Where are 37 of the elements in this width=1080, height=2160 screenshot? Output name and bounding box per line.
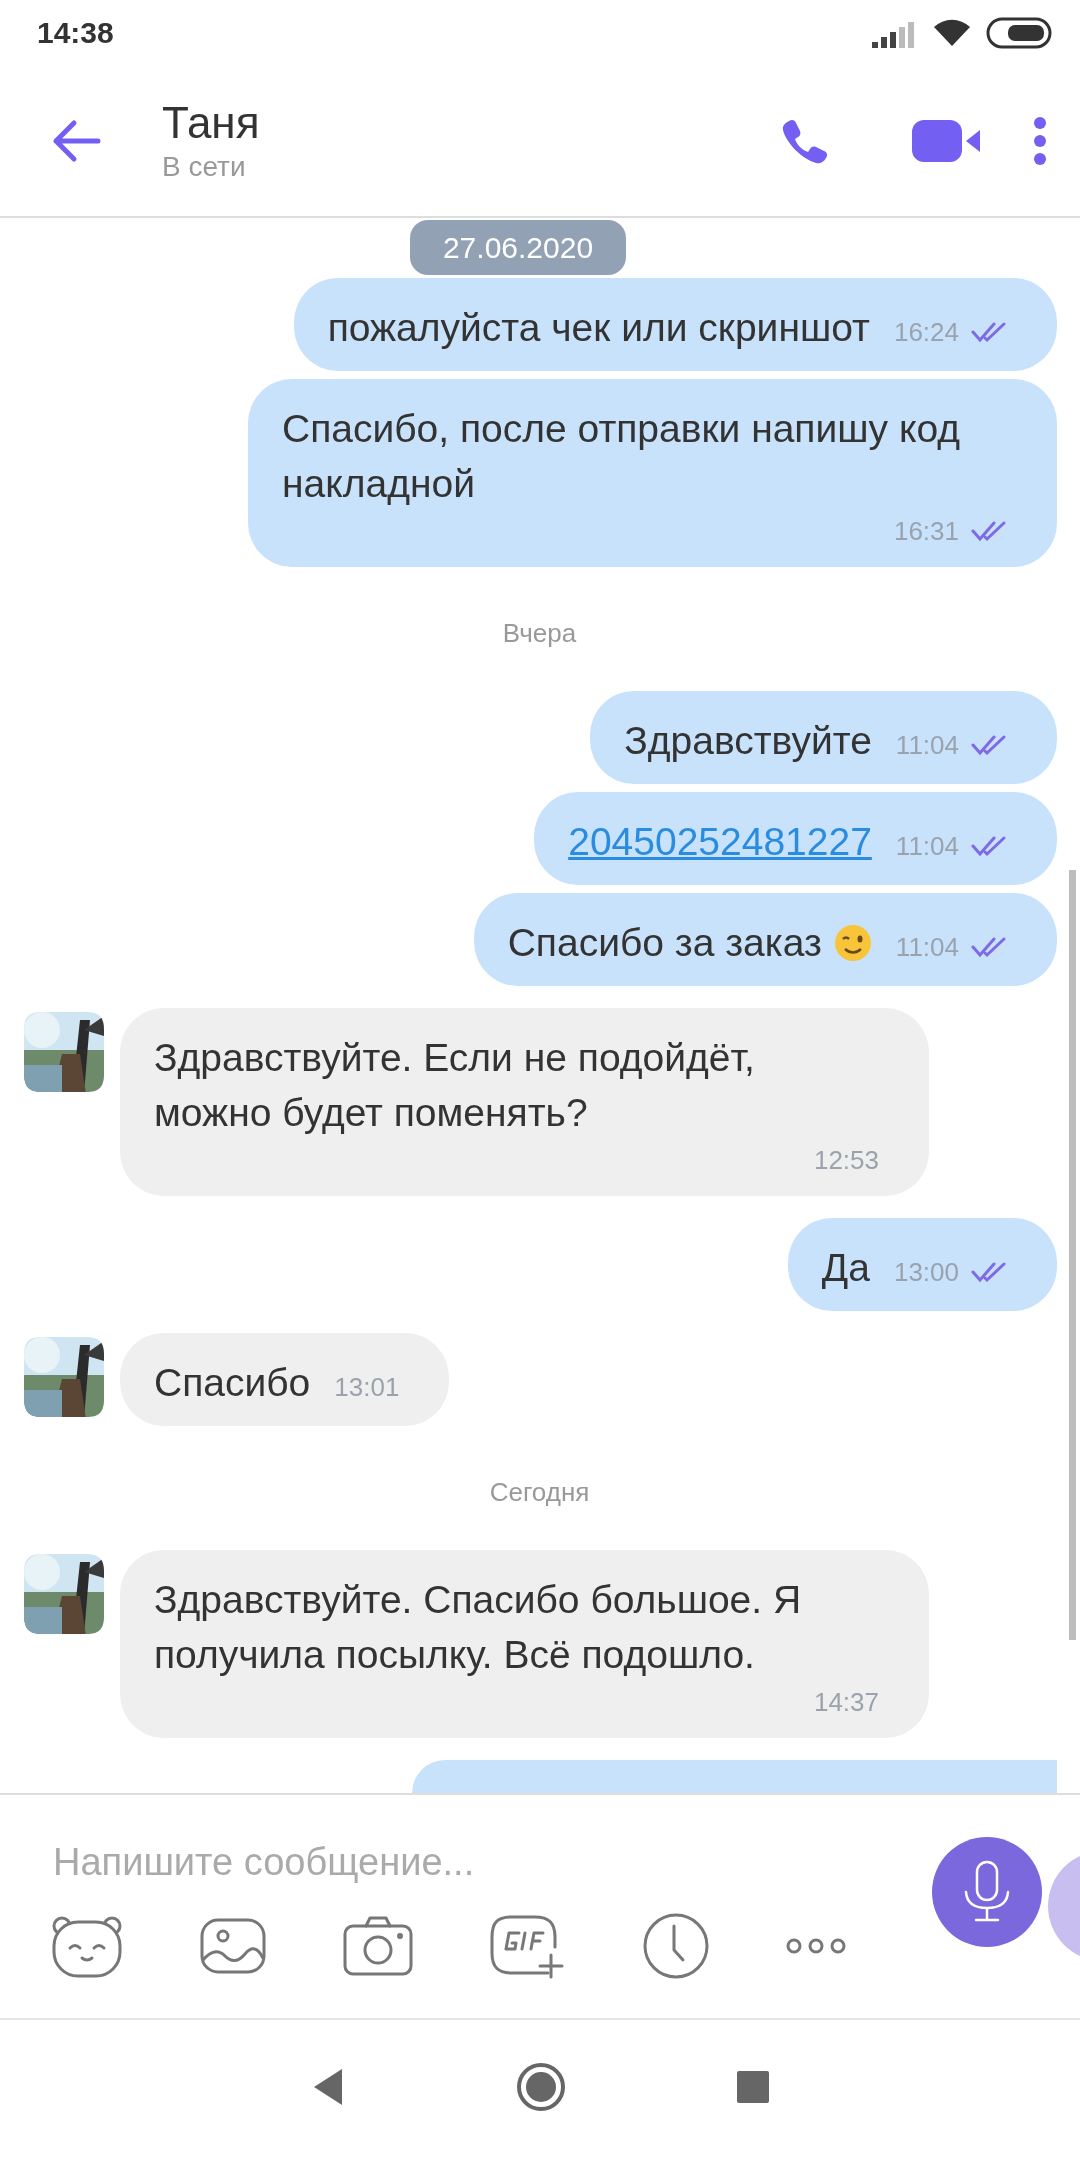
status-time: 14:38	[37, 15, 114, 50]
battery-icon	[986, 16, 1052, 49]
message-text: Да	[821, 1245, 870, 1291]
phone-button[interactable]	[781, 117, 827, 164]
message-time: 11:04	[895, 729, 959, 762]
clock-icon[interactable]	[642, 1912, 710, 1980]
message-time: 13:01	[334, 1371, 400, 1404]
scrollbar[interactable]	[1069, 870, 1076, 1640]
message-field[interactable]: Напишите сообщение...	[40, 1833, 640, 1892]
recents-nav-icon[interactable]	[736, 2070, 770, 2104]
contact-status: В сети	[162, 149, 247, 184]
message-time: 13:00	[893, 1256, 959, 1289]
date-separator: Вчера	[502, 616, 577, 650]
message-time: 12:53	[813, 1144, 879, 1177]
home-nav-icon[interactable]	[516, 2062, 566, 2112]
contact-name: Таня	[162, 96, 261, 149]
message-text: Здравствуйте	[624, 718, 872, 764]
camera-icon[interactable]	[342, 1914, 414, 1978]
message-time: 16:24	[893, 316, 959, 349]
message-text: Спасибо	[154, 1360, 311, 1406]
message-text: Спасибо за заказ	[507, 920, 822, 966]
message-time: 16:31	[893, 515, 959, 548]
message-time: 11:04	[895, 931, 959, 964]
date-separator: Сегодня	[489, 1475, 590, 1509]
message-text: Здравствуйте. Если не подойдёт, можно будет поменять?	[154, 1035, 756, 1136]
message-text: Спасибо, после отправки напишу код накладной	[282, 406, 961, 507]
video-call-button[interactable]	[912, 117, 982, 164]
wifi-icon	[932, 17, 972, 48]
message-time: 14:37	[813, 1686, 879, 1719]
message-time: 11:04	[895, 830, 959, 863]
message-text: пожалуйста чек или скриншот	[327, 305, 870, 351]
sticker-bear-icon[interactable]	[50, 1914, 124, 1978]
microphone-icon	[962, 1859, 1012, 1924]
message-link[interactable]: 20450252481227	[568, 814, 872, 869]
message-text: Здравствуйте. Спасибо большое. Я получила посылку. Всё подошло.	[154, 1577, 803, 1678]
more-icon[interactable]	[785, 1936, 847, 1956]
date-toast: 27.06.2020	[410, 220, 626, 275]
